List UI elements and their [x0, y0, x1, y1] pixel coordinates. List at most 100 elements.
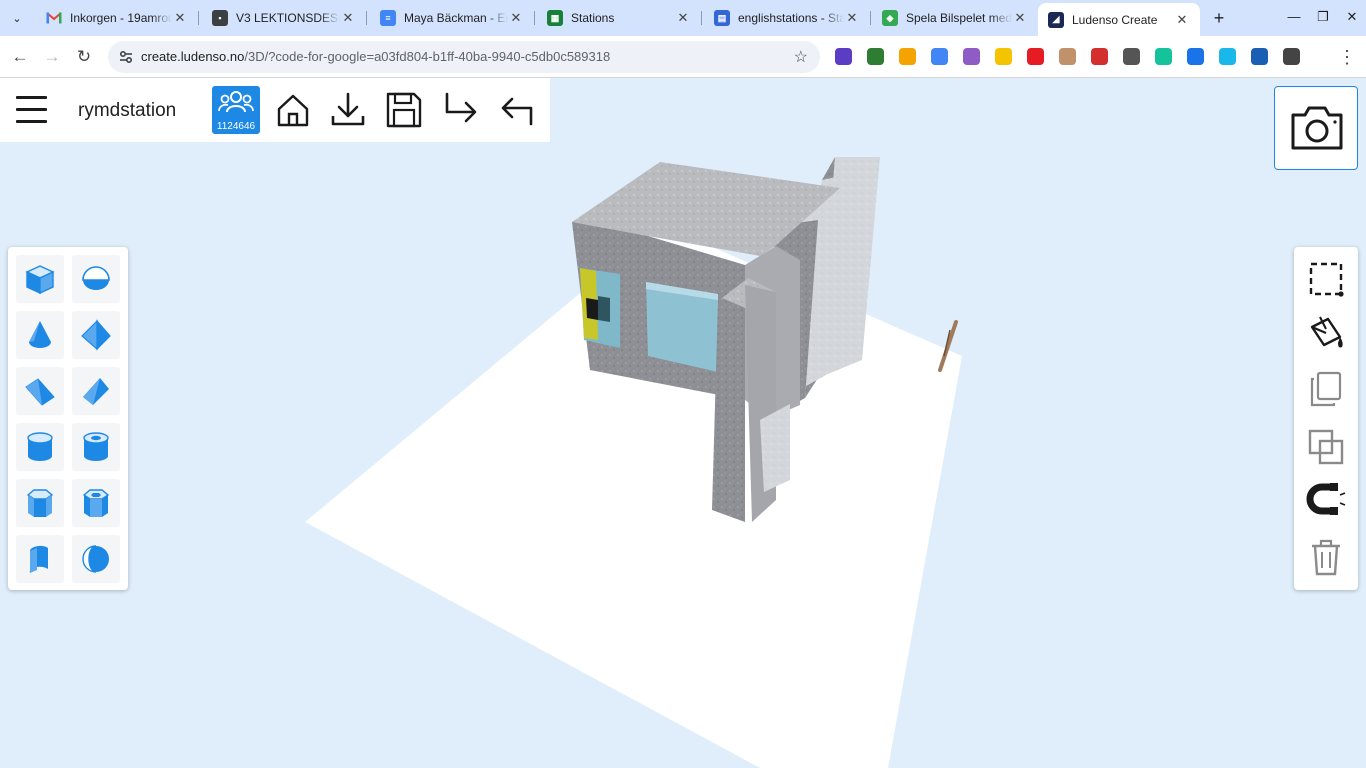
save-icon[interactable]	[384, 90, 424, 130]
app-toolbar: rymdstation 1124646	[0, 78, 550, 142]
minimize-button[interactable]: —	[1280, 6, 1308, 28]
add-sphere-slice-button[interactable]	[72, 535, 120, 583]
trash-icon[interactable]	[1306, 537, 1346, 577]
extension-pen-icon[interactable]	[1251, 48, 1268, 65]
address-bar[interactable]: create.ludenso.no/3D/?code-for-google=a0…	[108, 41, 820, 73]
url-text: create.ludenso.no/3D/?code-for-google=a0…	[141, 49, 610, 64]
download-icon[interactable]	[328, 90, 368, 130]
url-host: create.ludenso.no	[141, 49, 245, 64]
tab-lektionsdesign[interactable]: ▪ V3 LEKTIONSDESIGN ✕	[202, 4, 367, 32]
extension-red-hand-icon[interactable]	[1027, 48, 1044, 65]
add-hemisphere-button[interactable]	[72, 255, 120, 303]
browser-toolbar: ← → ↻ create.ludenso.no/3D/?code-for-goo…	[0, 36, 1366, 78]
site-info-icon[interactable]	[117, 48, 135, 66]
close-icon[interactable]: ✕	[1012, 10, 1028, 26]
reload-button[interactable]: ↻	[72, 45, 96, 69]
copy-icon[interactable]	[1306, 369, 1346, 409]
gmail-icon	[46, 10, 62, 26]
new-tab-button[interactable]: +	[1208, 7, 1230, 29]
extensions-puzzle-icon[interactable]	[1283, 48, 1300, 65]
tab-maya-backman[interactable]: ≡ Maya Bäckman - Eng ✕	[370, 4, 535, 32]
game-icon: ◈	[882, 10, 898, 26]
add-tube-button[interactable]	[72, 423, 120, 471]
docs-icon: ≡	[380, 10, 396, 26]
close-icon[interactable]: ✕	[508, 10, 524, 26]
roof-icon	[83, 378, 109, 405]
extension-cube-icon[interactable]	[867, 48, 884, 65]
sheets-icon: ▦	[547, 10, 563, 26]
tab-separator	[870, 11, 871, 25]
users-icon	[218, 91, 254, 113]
3d-viewport[interactable]	[0, 78, 1366, 768]
extension-yellow-icon[interactable]	[995, 48, 1012, 65]
menu-icon[interactable]	[16, 96, 47, 123]
magnet-icon[interactable]	[1306, 481, 1346, 521]
add-pyramid-button[interactable]	[72, 311, 120, 359]
extension-screenshot-icon[interactable]	[1123, 48, 1140, 65]
redo-icon[interactable]	[441, 90, 481, 130]
extension-purple-icon[interactable]	[835, 48, 852, 65]
collaborators-button[interactable]: 1124646	[212, 86, 260, 134]
hemisphere-icon	[82, 266, 110, 290]
tab-title: V3 LEKTIONSDESIGN	[236, 11, 340, 25]
screenshot-button[interactable]	[1274, 86, 1358, 170]
add-cylinder-button[interactable]	[16, 423, 64, 471]
forward-button[interactable]: →	[40, 45, 64, 69]
tab-separator	[198, 11, 199, 25]
extension-vimeo-icon[interactable]	[1219, 48, 1236, 65]
extension-face-icon[interactable]	[1059, 48, 1076, 65]
tab-separator	[534, 11, 535, 25]
shapes-panel	[8, 247, 128, 590]
pyramid-icon	[81, 319, 111, 351]
tab-englishstations[interactable]: ▤ englishstations - Stat ✕	[704, 4, 871, 32]
tab-title: Stations	[571, 11, 615, 25]
tab-title: Inkorgen - 19amrou.h	[70, 11, 172, 25]
close-icon[interactable]: ✕	[340, 10, 356, 26]
back-button[interactable]: ←	[8, 45, 32, 69]
users-count: 1124646	[216, 121, 256, 132]
extension-m-icon[interactable]	[963, 48, 980, 65]
extension-ghost-icon[interactable]	[1091, 48, 1108, 65]
tab-search-button[interactable]: ⌄	[6, 7, 28, 29]
add-hex-prism-button[interactable]	[16, 479, 64, 527]
home-icon[interactable]	[273, 90, 313, 130]
undo-icon[interactable]	[497, 90, 537, 130]
select-icon[interactable]	[1306, 259, 1346, 299]
extension-grammarly-icon[interactable]	[1155, 48, 1172, 65]
add-cone-button[interactable]	[16, 311, 64, 359]
extension-blue-square-icon[interactable]	[1187, 48, 1204, 65]
tab-stations[interactable]: ▦ Stations ✕	[537, 4, 702, 32]
add-hex-tube-button[interactable]	[72, 479, 120, 527]
add-roof-button[interactable]	[72, 367, 120, 415]
tools-panel	[1294, 247, 1358, 590]
group-icon[interactable]	[1306, 427, 1346, 467]
project-name[interactable]: rymdstation	[78, 100, 176, 122]
dark-panel	[586, 298, 598, 320]
bookmark-star-icon[interactable]: ☆	[794, 47, 808, 67]
close-icon[interactable]: ✕	[172, 10, 188, 26]
wedge-icon	[25, 378, 55, 406]
half-sphere-slice-icon	[82, 545, 109, 573]
tab-title: englishstations - Stat	[738, 11, 844, 25]
cone-icon	[29, 321, 51, 348]
close-icon[interactable]: ✕	[675, 10, 691, 26]
tab-separator	[701, 11, 702, 25]
extension-badge-icon[interactable]	[899, 48, 916, 65]
browser-menu-icon[interactable]: ⋮	[1338, 44, 1356, 70]
paint-bucket-icon[interactable]	[1306, 313, 1346, 353]
cube-icon	[25, 265, 55, 295]
tab-gmail[interactable]: Inkorgen - 19amrou.h ✕	[36, 4, 199, 32]
add-half-cylinder-button[interactable]	[16, 535, 64, 583]
half-cylinder-icon	[29, 546, 48, 573]
extension-translate-icon[interactable]	[931, 48, 948, 65]
add-cube-button[interactable]	[16, 255, 64, 303]
close-icon[interactable]: ✕	[844, 10, 860, 26]
tab-ludenso-create[interactable]: ◢ Ludenso Create ✕	[1038, 3, 1200, 36]
close-icon[interactable]: ✕	[1174, 12, 1190, 28]
restore-button[interactable]: ❐	[1309, 6, 1337, 28]
tab-title: Ludenso Create	[1072, 12, 1158, 27]
add-wedge-button[interactable]	[16, 367, 64, 415]
3d-scene[interactable]	[0, 78, 1366, 768]
tab-bilspelet[interactable]: ◈ Spela Bilspelet med o ✕	[872, 4, 1038, 32]
close-window-button[interactable]: ✕	[1338, 6, 1366, 28]
